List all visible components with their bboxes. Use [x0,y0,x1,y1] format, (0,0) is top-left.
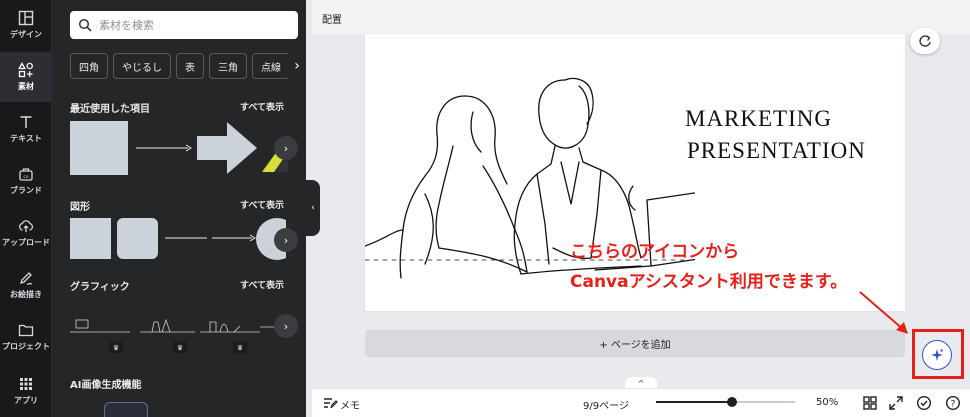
check-circle-icon[interactable] [916,395,932,411]
graphics-next-button[interactable]: › [274,314,298,338]
fullscreen-icon[interactable] [888,395,904,411]
shape-square-thumbnail[interactable] [70,218,111,259]
shape-rounded-square-thumbnail[interactable] [117,218,158,259]
ai-title: AI画像生成機能 [70,380,142,391]
refresh-button[interactable] [910,28,940,54]
svg-text:?: ? [951,400,956,410]
chevron-right-icon: › [294,58,300,74]
canva-assistant-button[interactable] [922,340,952,370]
elements-panel: 四角 やじるし 表 三角 点線 › 最近使用した項目 すべて表示 › 図形 すべ… [52,0,306,417]
refresh-icon [919,35,931,47]
slide-title-line2[interactable]: PRESENTATION [687,138,866,164]
chevron-right-icon: › [283,141,289,155]
shape-line-thumbnail[interactable] [163,232,209,244]
chip-square[interactable]: 四角 [70,53,108,79]
rail-item-design[interactable]: デザイン [0,0,52,50]
chip-table[interactable]: 表 [176,53,204,79]
rail-label: テキスト [10,134,42,143]
annotation-text: こちらのアイコンから Canvaアシスタント利用できます。 [570,237,847,297]
rail-label: アプリ [14,396,38,405]
rail-item-projects[interactable]: プロジェクト [0,312,52,362]
layout-icon [18,10,34,26]
upload-icon [19,220,34,232]
zoom-level[interactable]: 50% [816,397,838,408]
ai-thumbnail[interactable] [104,402,148,417]
side-rail: デザイン 素材 テキスト co ブランド アップロード お絵描き プロジェクト … [0,0,52,417]
add-page-button[interactable]: + ページを追加 [365,330,905,357]
recent-square-thumbnail[interactable] [70,121,128,175]
graphics-thumbnails[interactable] [70,312,270,338]
shapes-see-all-link[interactable]: すべて表示 [240,198,284,211]
chevron-right-icon: › [283,319,289,333]
apps-icon [20,378,32,390]
recent-block-arrow-thumbnail[interactable] [197,122,259,174]
recent-see-all-link[interactable]: すべて表示 [240,100,284,113]
search-input[interactable] [99,18,289,32]
grid-view-icon[interactable] [862,395,878,411]
graphics-title: グラフィック [70,282,130,293]
search-icon [78,18,92,32]
rail-item-draw[interactable]: お絵描き [0,260,52,310]
rail-item-apps[interactable]: アプリ [0,366,52,416]
page-counter[interactable]: 9/9ページ [583,397,629,412]
category-chips: 四角 やじるし 表 三角 点線 [70,53,306,80]
zoom-slider[interactable] [656,397,795,407]
rail-item-brand[interactable]: co ブランド [0,156,52,206]
chevron-right-icon: › [283,233,289,247]
chevron-up-icon: ^ [637,378,645,388]
slide-title-line1[interactable]: MARKETING [685,106,832,132]
graphics-see-all-link[interactable]: すべて表示 [240,278,284,291]
recent-title: 最近使用した項目 [70,104,150,115]
position-button[interactable]: 配置 [322,11,342,26]
brand-icon: co [19,168,33,181]
draw-icon [19,272,33,286]
crown-icon: ♛ [233,342,247,353]
rail-label: アップロード [2,238,50,247]
annotation-arrow [859,291,908,334]
folder-icon [18,324,34,337]
crown-icon: ♛ [173,342,187,353]
sparkle-icon [931,349,943,361]
recent-arrow-line-thumbnail[interactable] [134,142,194,154]
notes-icon[interactable] [322,395,338,411]
help-icon[interactable]: ? [945,395,961,411]
rail-label: お絵描き [10,290,42,299]
rail-label: ブランド [10,186,42,195]
zoom-slider-fill [656,401,733,403]
elements-icon [18,62,33,78]
chip-dotted-line[interactable]: 点線 [252,53,290,79]
shapes-next-button[interactable]: › [274,228,298,252]
chips-next-button[interactable]: › [288,53,306,79]
rail-label: 素材 [18,82,34,91]
shapes-title: 図形 [70,202,90,213]
chip-triangle[interactable]: 三角 [209,53,247,79]
collapse-panel-button[interactable]: ‹ [306,180,320,236]
text-icon [20,116,32,128]
notes-label[interactable]: メモ [340,397,360,412]
rail-label: デザイン [10,30,42,39]
search-box[interactable] [70,11,298,39]
rail-item-text[interactable]: テキスト [0,104,52,154]
annotation-line2: Canvaアシスタント利用できます。 [570,272,848,292]
chip-arrow[interactable]: やじるし [113,53,171,79]
svg-text:co: co [23,175,28,180]
annotation-line1: こちらのアイコンから [570,242,740,262]
canvas-topbar: 配置 [312,0,970,34]
recent-next-button[interactable]: › [274,136,298,160]
shape-arrow-line-thumbnail[interactable] [210,232,258,244]
rail-label: プロジェクト [2,342,50,351]
rail-item-elements[interactable]: 素材 [0,52,52,102]
rail-item-upload[interactable]: アップロード [0,208,52,258]
crown-icon: ♛ [109,342,123,353]
chevron-left-icon: ‹ [311,203,315,213]
